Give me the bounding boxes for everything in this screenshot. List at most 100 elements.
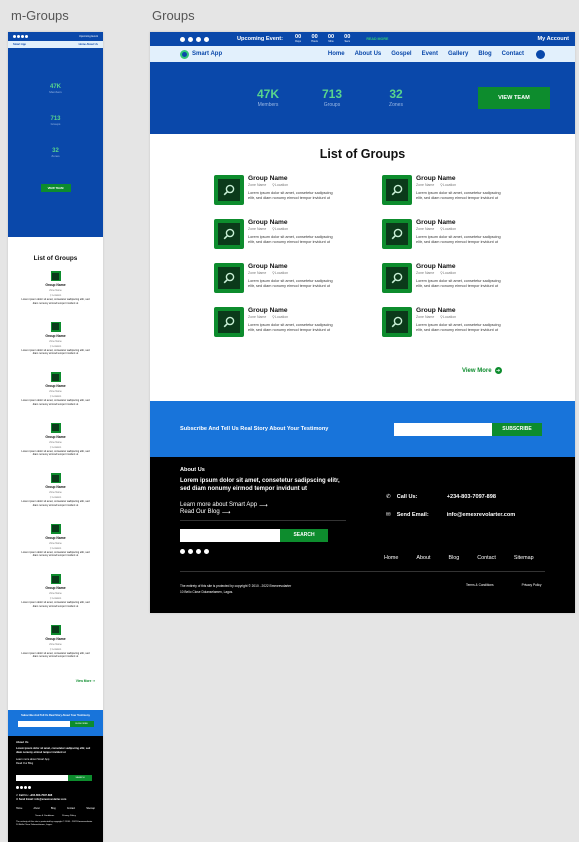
footer-nav-blog[interactable]: Blog (448, 555, 459, 561)
footer-nav-contact[interactable]: Contact (67, 807, 75, 810)
read-blog-link[interactable]: Read Our Blog (16, 762, 95, 766)
subscribe-button[interactable]: SUBSCRIBE (69, 721, 94, 727)
group-name[interactable]: Group Name (248, 263, 338, 271)
group-card[interactable]: Group Name Zone Name ⚲ Location Lorem ipsum… (19, 321, 93, 373)
view-more-link[interactable]: View More ➜ (462, 367, 502, 374)
facebook-icon[interactable] (16, 786, 19, 790)
group-name[interactable]: Group Name (248, 175, 338, 183)
subscribe-button[interactable]: SUBSCRIBE (492, 422, 542, 436)
whatsapp-icon[interactable] (25, 35, 28, 38)
read-more-link[interactable]: READ MORE (366, 37, 388, 41)
group-name[interactable]: Group Name (416, 307, 506, 315)
group-card[interactable]: Group Name Zone Name ⚲Location Lorem ipsum … (214, 263, 382, 293)
subscribe-email-input[interactable] (394, 422, 492, 436)
nav-item-gallery[interactable]: Gallery (448, 51, 468, 57)
phone-number[interactable]: +234-803-7097-898 (29, 794, 52, 797)
facebook-icon[interactable] (180, 548, 185, 554)
privacy-link[interactable]: Privacy Policy (62, 815, 76, 817)
instagram-icon[interactable] (21, 35, 24, 38)
mobile-nav-menu[interactable]: Home About Us (79, 43, 98, 46)
group-name[interactable]: Group Name (45, 283, 65, 287)
nav-item-event[interactable]: Event (422, 51, 438, 57)
group-card[interactable]: Group Name Zone Name ⚲ Location Lorem ipsum… (19, 372, 93, 423)
mobile-logo[interactable]: Smart App (13, 43, 26, 46)
footer-nav-home[interactable]: Home (384, 555, 398, 561)
phone-number[interactable]: +234-803-7097-898 (447, 494, 496, 500)
privacy-link[interactable]: Privacy Policy (522, 583, 542, 587)
group-zone: Zone Name (416, 182, 435, 187)
group-name[interactable]: Group Name (45, 485, 65, 489)
footer: About Us Lorem ipsum dolor sit amet, con… (150, 457, 575, 613)
email-address[interactable]: info@emexrevolarter.com (35, 798, 67, 801)
group-card[interactable]: Group Name Zone Name ⚲Location Lorem ipsum … (214, 219, 382, 249)
terms-link[interactable]: Terms & Conditions (466, 583, 494, 587)
footer-search-button[interactable]: SEARCH (280, 528, 328, 542)
group-name[interactable]: Group Name (416, 175, 506, 183)
instagram-icon[interactable] (24, 786, 27, 790)
group-name[interactable]: Group Name (248, 307, 338, 315)
mobile-view-team-button[interactable]: VIEW TEAM (40, 184, 71, 192)
subscribe-email-input[interactable] (17, 721, 70, 727)
youtube-icon[interactable] (17, 35, 20, 38)
whatsapp-icon[interactable] (204, 548, 209, 554)
group-card[interactable]: Group Name Zone Name ⚲ Location Lorem ipsum… (19, 523, 93, 575)
group-card[interactable]: Group Name Zone Name ⚲Location Lorem ipsum … (382, 307, 512, 337)
view-team-button[interactable]: VIEW TEAM (478, 87, 550, 109)
footer-nav-about[interactable]: About (416, 555, 430, 561)
footer-search-input[interactable] (180, 528, 280, 542)
logo[interactable]: Smart App (180, 49, 222, 59)
nav-item-contact[interactable]: Contact (502, 51, 524, 57)
footer-nav-sitemap[interactable]: Sitemap (514, 555, 534, 561)
youtube-icon[interactable] (188, 36, 193, 42)
nav-item-gospel[interactable]: Gospel (391, 51, 411, 57)
footer-nav-blog[interactable]: Blog (51, 807, 56, 810)
mobile-view-more-link[interactable]: View More ➜ (8, 679, 103, 683)
my-account-menu[interactable]: My Account (538, 36, 570, 42)
footer-nav-home[interactable]: Home (16, 807, 22, 810)
email-address[interactable]: info@emexrevolarter.com (447, 512, 516, 518)
group-card[interactable]: Group Name Zone Name ⚲ Location Lorem ipsum… (19, 271, 93, 322)
group-name[interactable]: Group Name (45, 334, 65, 338)
nav-item-about[interactable]: About Us (355, 51, 382, 57)
group-card[interactable]: Group Name Zone Name ⚲ Location Lorem ipsum… (19, 574, 93, 625)
group-card[interactable]: Group Name Zone Name ⚲Location Lorem ipsum … (382, 219, 512, 249)
group-card[interactable]: Group Name Zone Name ⚲ Location Lorem ipsum… (19, 422, 93, 474)
group-name[interactable]: Group Name (45, 536, 65, 540)
footer-nav-contact[interactable]: Contact (477, 555, 496, 561)
search-icon (218, 311, 240, 333)
group-card[interactable]: Group Name Zone Name ⚲Location Lorem ipsum … (382, 263, 512, 293)
group-thumbnail (50, 422, 61, 433)
nav-item-home[interactable]: Home (328, 51, 345, 57)
facebook-icon[interactable] (13, 35, 16, 38)
footer-nav-sitemap[interactable]: Sitemap (86, 807, 95, 810)
facebook-icon[interactable] (180, 36, 185, 42)
group-card[interactable]: Group Name Zone Name ⚲Location Lorem ipsum … (214, 175, 382, 205)
whatsapp-icon[interactable] (28, 786, 31, 790)
terms-link[interactable]: Terms & Conditions (35, 815, 54, 817)
group-card[interactable]: Group Name Zone Name ⚲ Location Lorem ipsum… (19, 624, 93, 676)
user-icon[interactable] (536, 49, 545, 59)
group-name[interactable]: Group Name (248, 219, 338, 227)
youtube-icon[interactable] (20, 786, 23, 790)
group-name[interactable]: Group Name (45, 384, 65, 388)
group-info: Group Name Zone Name ⚲Location Lorem ipsum … (416, 307, 506, 337)
search-icon (52, 575, 59, 583)
group-card[interactable]: Group Name Zone Name ⚲ Location Lorem ipsum… (19, 473, 93, 524)
whatsapp-icon[interactable] (204, 36, 209, 42)
group-location: Location (442, 226, 457, 231)
footer-nav-about[interactable]: About (34, 807, 40, 810)
group-name[interactable]: Group Name (416, 219, 506, 227)
group-name[interactable]: Group Name (45, 586, 65, 590)
group-name[interactable]: Group Name (45, 637, 65, 641)
mobile-upcoming-event[interactable]: Upcoming Event (79, 35, 98, 38)
youtube-icon[interactable] (188, 548, 193, 554)
instagram-icon[interactable] (196, 548, 201, 554)
footer-search-input[interactable] (16, 775, 68, 782)
instagram-icon[interactable] (196, 36, 201, 42)
nav-item-blog[interactable]: Blog (478, 51, 491, 57)
group-card[interactable]: Group Name Zone Name ⚲Location Lorem ipsum … (382, 175, 512, 205)
group-card[interactable]: Group Name Zone Name ⚲Location Lorem ipsum … (214, 307, 382, 337)
group-name[interactable]: Group Name (45, 435, 65, 439)
group-name[interactable]: Group Name (416, 263, 506, 271)
footer-search-button[interactable]: SEARCH (68, 775, 92, 782)
